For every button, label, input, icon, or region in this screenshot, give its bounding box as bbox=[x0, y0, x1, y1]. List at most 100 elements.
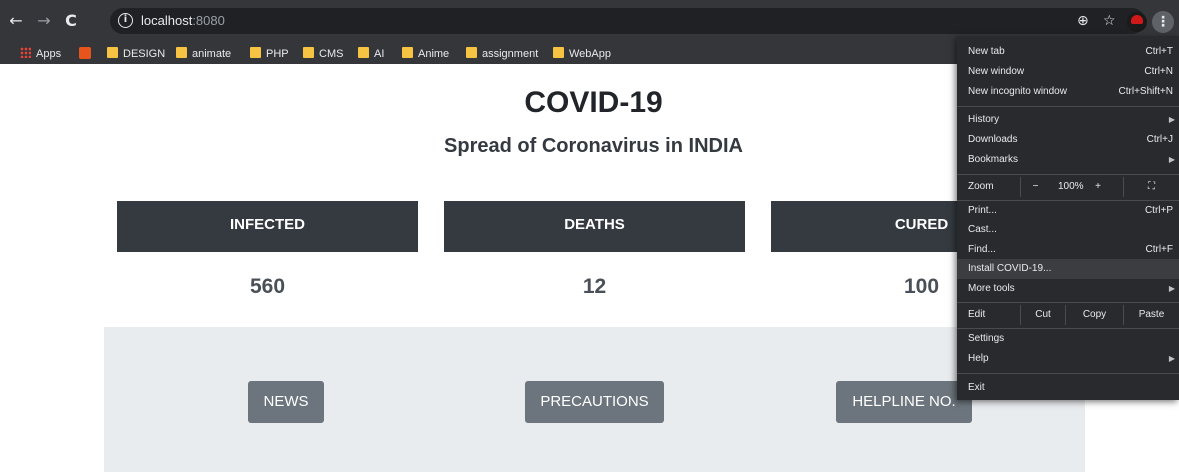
news-button[interactable]: NEWS bbox=[248, 381, 324, 423]
helpline-button[interactable]: HELPLINE NO. bbox=[836, 381, 972, 423]
bookmark-design[interactable]: DESIGN bbox=[107, 44, 165, 64]
copy-button[interactable]: Copy bbox=[1065, 305, 1123, 325]
folder-icon bbox=[107, 47, 118, 58]
submenu-arrow-icon: ▶ bbox=[1168, 354, 1175, 363]
menu-item-label: Install COVID-19... bbox=[968, 263, 1052, 274]
menu-divider bbox=[957, 373, 1179, 374]
fullscreen-icon[interactable]: ⛶ bbox=[1123, 177, 1179, 197]
forward-button[interactable]: → bbox=[35, 10, 53, 32]
url-port: :8080 bbox=[192, 13, 225, 28]
folder-icon bbox=[553, 47, 564, 58]
menu-install-app[interactable]: Install COVID-19... bbox=[957, 259, 1179, 279]
paste-button[interactable]: Paste bbox=[1123, 305, 1179, 325]
bookmark-label: AI bbox=[374, 48, 385, 60]
submenu-arrow-icon: ▶ bbox=[1168, 284, 1175, 293]
deaths-header: DEATHS bbox=[444, 201, 745, 252]
bookmark-star-icon[interactable]: ☆ bbox=[1103, 12, 1116, 30]
menu-item-label: History bbox=[968, 114, 1000, 125]
bookmark-label: PHP bbox=[266, 48, 289, 60]
submenu-arrow-icon: ▶ bbox=[1168, 155, 1175, 164]
menu-print[interactable]: Print... Ctrl+P bbox=[957, 201, 1179, 221]
menu-item-label: Settings bbox=[968, 333, 1005, 344]
bookmark-label: WebApp bbox=[569, 48, 611, 60]
menu-item-label: New incognito window bbox=[968, 86, 1067, 97]
bookmark-favicon[interactable] bbox=[79, 44, 91, 64]
bookmark-php[interactable]: PHP bbox=[250, 44, 289, 64]
folder-icon bbox=[466, 47, 477, 58]
folder-icon bbox=[250, 47, 261, 58]
url-text[interactable]: localhost:8080 bbox=[141, 13, 225, 28]
menu-cast[interactable]: Cast... bbox=[957, 220, 1179, 240]
bookmark-webapp[interactable]: WebApp bbox=[553, 44, 611, 64]
bookmark-label: animate bbox=[192, 48, 232, 60]
address-bar[interactable]: i localhost:8080 ⊕ ☆ bbox=[110, 8, 1145, 34]
url-host: localhost bbox=[141, 13, 193, 28]
menu-item-label: Help bbox=[968, 353, 989, 364]
profile-avatar[interactable] bbox=[1127, 12, 1147, 32]
menu-divider bbox=[957, 174, 1179, 175]
menu-item-label: New tab bbox=[968, 46, 1005, 57]
chrome-menu-button[interactable]: ⋮ bbox=[1152, 11, 1174, 33]
bookmark-animate[interactable]: animate bbox=[176, 44, 231, 64]
menu-zoom-row: Zoom − 100% + ⛶ bbox=[957, 177, 1179, 197]
menu-item-label: Find... bbox=[968, 244, 996, 255]
submenu-arrow-icon: ▶ bbox=[1168, 115, 1175, 124]
zoom-label: Zoom bbox=[968, 181, 994, 192]
install-app-icon[interactable]: ⊕ bbox=[1077, 12, 1089, 30]
menu-item-label: Exit bbox=[968, 382, 985, 393]
menu-new-window[interactable]: New window Ctrl+N bbox=[957, 62, 1179, 82]
bookmark-label: CMS bbox=[319, 48, 344, 60]
cut-button[interactable]: Cut bbox=[1020, 305, 1065, 325]
folder-icon bbox=[358, 47, 369, 58]
infected-count: 560 bbox=[249, 275, 286, 298]
menu-settings[interactable]: Settings bbox=[957, 329, 1179, 349]
menu-item-shortcut: Ctrl+P bbox=[1144, 205, 1173, 216]
bookmark-ai[interactable]: AI bbox=[358, 44, 384, 64]
menu-item-shortcut: Ctrl+Shift+N bbox=[1118, 86, 1173, 97]
menu-divider bbox=[957, 302, 1179, 303]
infected-header: INFECTED bbox=[117, 201, 418, 252]
menu-find[interactable]: Find... Ctrl+F bbox=[957, 240, 1179, 260]
menu-item-shortcut: Ctrl+F bbox=[1145, 244, 1174, 255]
menu-downloads[interactable]: Downloads Ctrl+J bbox=[957, 130, 1179, 150]
menu-exit[interactable]: Exit bbox=[957, 378, 1179, 398]
menu-history[interactable]: History ▶ bbox=[957, 110, 1179, 130]
deaths-count: 12 bbox=[582, 275, 607, 298]
menu-item-label: Bookmarks bbox=[968, 154, 1019, 165]
folder-icon bbox=[176, 47, 187, 58]
menu-more-tools[interactable]: More tools ▶ bbox=[957, 279, 1179, 299]
bookmark-label: Anime bbox=[418, 48, 450, 60]
apps-grid-icon bbox=[20, 47, 31, 58]
menu-item-shortcut: Ctrl+J bbox=[1146, 134, 1173, 145]
reload-button[interactable]: C bbox=[62, 10, 80, 32]
menu-help[interactable]: Help ▶ bbox=[957, 349, 1179, 369]
menu-edit-row: Edit Cut Copy Paste bbox=[957, 305, 1179, 325]
menu-item-label: More tools bbox=[968, 283, 1015, 294]
menu-item-label: Print... bbox=[968, 205, 997, 216]
menu-divider bbox=[957, 106, 1179, 107]
menu-item-shortcut: Ctrl+N bbox=[1144, 66, 1173, 77]
bookmark-label: Apps bbox=[36, 48, 62, 60]
precautions-button[interactable]: PRECAUTIONS bbox=[525, 381, 664, 423]
bookmark-cms[interactable]: CMS bbox=[303, 44, 343, 64]
menu-bookmarks[interactable]: Bookmarks ▶ bbox=[957, 150, 1179, 170]
bookmark-assignment[interactable]: assignment bbox=[466, 44, 538, 64]
zoom-in-button[interactable]: + bbox=[1083, 177, 1113, 197]
menu-new-tab[interactable]: New tab Ctrl+T bbox=[957, 42, 1179, 62]
folder-icon bbox=[303, 47, 314, 58]
bookmark-label: DESIGN bbox=[123, 48, 166, 60]
bookmark-apps[interactable]: Apps bbox=[20, 44, 61, 64]
zoom-level: 100% bbox=[1058, 181, 1084, 192]
edit-label: Edit bbox=[968, 309, 986, 320]
bookmark-anime[interactable]: Anime bbox=[402, 44, 449, 64]
menu-new-incognito-window[interactable]: New incognito window Ctrl+Shift+N bbox=[957, 82, 1179, 102]
chrome-main-menu: New tab Ctrl+T New window Ctrl+N New incog… bbox=[957, 36, 1179, 400]
zoom-out-button[interactable]: − bbox=[1020, 177, 1050, 197]
back-button[interactable]: ← bbox=[7, 10, 25, 32]
menu-item-label: Downloads bbox=[968, 134, 1018, 145]
menu-item-shortcut: Ctrl+T bbox=[1145, 46, 1174, 57]
menu-item-label: Cast... bbox=[968, 224, 997, 235]
bookmark-label: assignment bbox=[482, 48, 539, 60]
folder-icon bbox=[402, 47, 413, 58]
site-info-icon[interactable]: i bbox=[118, 13, 133, 28]
